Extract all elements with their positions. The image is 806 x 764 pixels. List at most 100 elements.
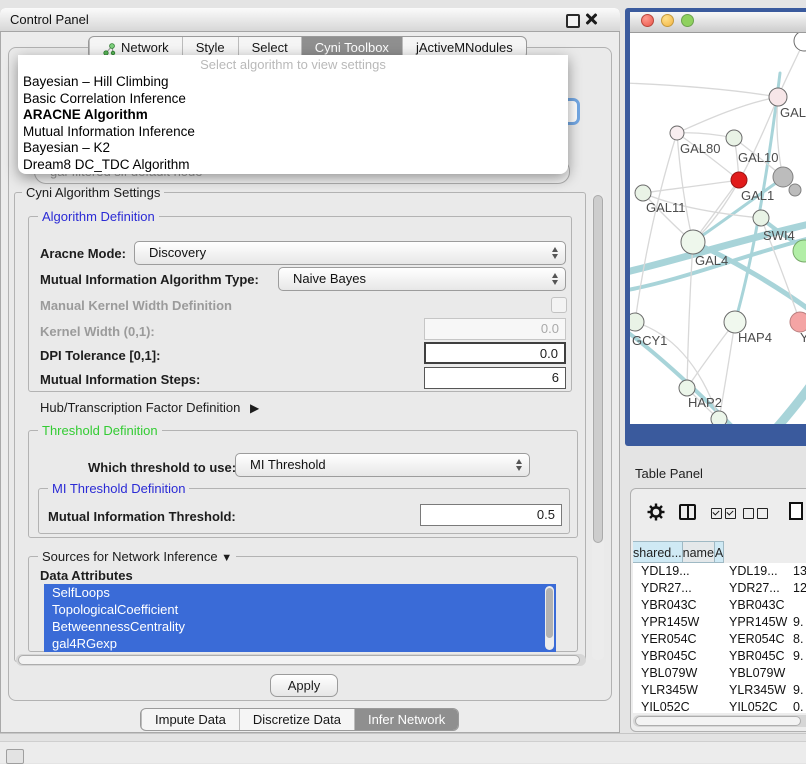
table-hscrollbar[interactable] xyxy=(633,715,806,727)
bottom-tab-label: Impute Data xyxy=(155,709,226,730)
network-edge[interactable] xyxy=(677,97,778,133)
network-node-label: GAL80 xyxy=(680,141,720,156)
table-row[interactable]: YDL19... YDL19... 13 xyxy=(633,563,806,580)
network-edge[interactable] xyxy=(635,133,677,322)
network-edge[interactable] xyxy=(732,378,806,424)
algorithm-option[interactable]: Bayesian – Hill Climbing xyxy=(18,74,568,91)
cell-shared-name: YER054C xyxy=(633,631,719,648)
dropdown-placeholder: Select algorithm to view settings xyxy=(18,55,568,74)
table-row[interactable]: YPR145W YPR145W 9. xyxy=(633,614,806,631)
network-view-titlebar[interactable] xyxy=(630,12,806,33)
network-node[interactable] xyxy=(753,210,769,226)
network-node[interactable] xyxy=(679,380,695,396)
cell-shared-name: YIL052C xyxy=(633,699,719,713)
network-node[interactable] xyxy=(630,313,644,331)
mi-steps-field[interactable]: 6 xyxy=(424,367,566,389)
column-header[interactable]: name xyxy=(683,541,715,563)
close-traffic-light-icon[interactable] xyxy=(641,14,654,27)
algorithm-option[interactable]: Basic Correlation Inference xyxy=(18,91,568,108)
algorithm-option[interactable]: Mutual Information Inference xyxy=(18,124,568,141)
kernel-width-field[interactable]: 0.0 xyxy=(424,318,566,340)
network-node[interactable] xyxy=(711,411,727,424)
cell-name: YBL079W xyxy=(719,665,789,682)
table-row[interactable]: YIL052C YIL052C 0. xyxy=(633,699,806,713)
network-node-label: GCY1 xyxy=(632,333,667,348)
table-row[interactable]: YDR27... YDR27... 12 xyxy=(633,580,806,597)
bottom-tab[interactable]: Discretize Data xyxy=(239,709,354,730)
checked-boxes-icon[interactable] xyxy=(711,507,739,522)
network-node[interactable] xyxy=(790,312,806,332)
mi-type-select[interactable]: Naive Bayes xyxy=(278,267,566,291)
mi-threshold-field[interactable]: 0.5 xyxy=(420,504,562,526)
aracne-mode-select[interactable]: Discovery xyxy=(134,241,566,265)
expand-right-icon: ▶ xyxy=(250,401,259,415)
column-header[interactable]: A xyxy=(715,541,724,563)
hub-section-expander[interactable]: Hub/Transcription Factor Definition ▶ xyxy=(40,400,259,415)
kernel-width-label: Kernel Width (0,1): xyxy=(40,324,155,339)
sources-title: Sources for Network Inference xyxy=(42,549,218,564)
apply-button[interactable]: Apply xyxy=(270,674,338,697)
mi-threshold-group-title: MI Threshold Definition xyxy=(48,482,189,496)
network-node[interactable] xyxy=(769,88,787,106)
attribute-list-scrollbar[interactable] xyxy=(545,586,554,650)
settings-hscrollbar[interactable] xyxy=(16,654,586,666)
page-icon[interactable] xyxy=(789,502,803,520)
network-edge[interactable] xyxy=(630,83,778,97)
minimize-traffic-light-icon[interactable] xyxy=(661,14,674,27)
network-node[interactable] xyxy=(726,130,742,146)
close-icon[interactable] xyxy=(585,13,597,25)
attribute-list-item[interactable]: gal4RGexp xyxy=(44,635,556,652)
bottom-tabs: Impute Data Discretize Data Infer Networ… xyxy=(140,708,459,731)
zoom-traffic-light-icon[interactable] xyxy=(681,14,694,27)
network-node[interactable] xyxy=(731,172,747,188)
network-edge[interactable] xyxy=(687,322,735,388)
attribute-list-item[interactable]: SelfLoops xyxy=(44,584,556,601)
table-row[interactable]: YLR345W YLR345W 9. xyxy=(633,682,806,699)
cell-value: 0. xyxy=(789,699,806,713)
dpi-tolerance-field[interactable]: 0.0 xyxy=(424,342,566,364)
attribute-list-item[interactable]: TopologicalCoefficient xyxy=(44,601,556,618)
mi-type-label: Mutual Information Algorithm Type: xyxy=(40,272,259,287)
cell-name: YDR27... xyxy=(719,580,789,597)
algorithm-option[interactable]: Dream8 DC_TDC Algorithm xyxy=(18,157,568,174)
cell-name: YER054C xyxy=(719,631,789,648)
cell-name: YIL052C xyxy=(719,699,789,713)
table-row[interactable]: YBL079W YBL079W xyxy=(633,665,806,682)
bottom-tab[interactable]: Infer Network xyxy=(354,709,458,730)
algorithm-option[interactable]: ARACNE Algorithm xyxy=(18,107,568,124)
cell-value xyxy=(789,665,806,682)
control-panel-titlebar xyxy=(0,8,620,32)
bottom-tab[interactable]: Impute Data xyxy=(141,709,239,730)
sources-collapse-toggle[interactable]: Sources for Network Inference ▼ xyxy=(38,550,236,565)
float-window-icon[interactable] xyxy=(566,14,580,28)
network-canvas[interactable]: GALGAL80GAL10GAL1GAL11GAL4SWI4GCY1HAP4YH… xyxy=(630,33,806,424)
cyni-algorithm-settings-title: Cyni Algorithm Settings xyxy=(22,186,164,200)
network-node[interactable] xyxy=(681,230,705,254)
network-node[interactable] xyxy=(670,126,684,140)
network-node[interactable] xyxy=(773,167,793,187)
stepper-icon xyxy=(552,247,558,259)
table-row[interactable]: YBR043C YBR043C xyxy=(633,597,806,614)
table-row[interactable]: YBR045C YBR045C 9. xyxy=(633,648,806,665)
network-node[interactable] xyxy=(635,185,651,201)
table-row[interactable]: YER054C YER054C 8. xyxy=(633,631,806,648)
network-node-label: GAL11 xyxy=(646,200,686,215)
manual-kernel-checkbox[interactable] xyxy=(551,297,567,313)
gear-icon[interactable] xyxy=(647,503,665,524)
column-header[interactable]: shared... xyxy=(633,541,683,563)
split-columns-icon[interactable] xyxy=(679,504,696,520)
network-edge[interactable] xyxy=(677,133,734,138)
dropdown-items: Bayesian – Hill Climbing Basic Correlati… xyxy=(18,74,568,174)
unchecked-boxes-icon[interactable] xyxy=(743,507,771,522)
network-node[interactable] xyxy=(789,184,801,196)
algorithm-option[interactable]: Bayesian – K2 xyxy=(18,140,568,157)
manual-kernel-label: Manual Kernel Width Definition xyxy=(40,298,232,313)
attribute-list-item[interactable]: BetweennessCentrality xyxy=(44,618,556,635)
which-threshold-select[interactable]: MI Threshold xyxy=(235,453,530,477)
network-edge[interactable] xyxy=(643,180,739,193)
collapse-down-icon: ▼ xyxy=(221,552,232,564)
table-panel-window: shared... name A YDL19... YDL19... 13 YD… xyxy=(630,488,806,732)
network-edge[interactable] xyxy=(687,242,693,388)
network-node[interactable] xyxy=(794,33,806,51)
settings-scrollbar[interactable] xyxy=(592,192,604,660)
